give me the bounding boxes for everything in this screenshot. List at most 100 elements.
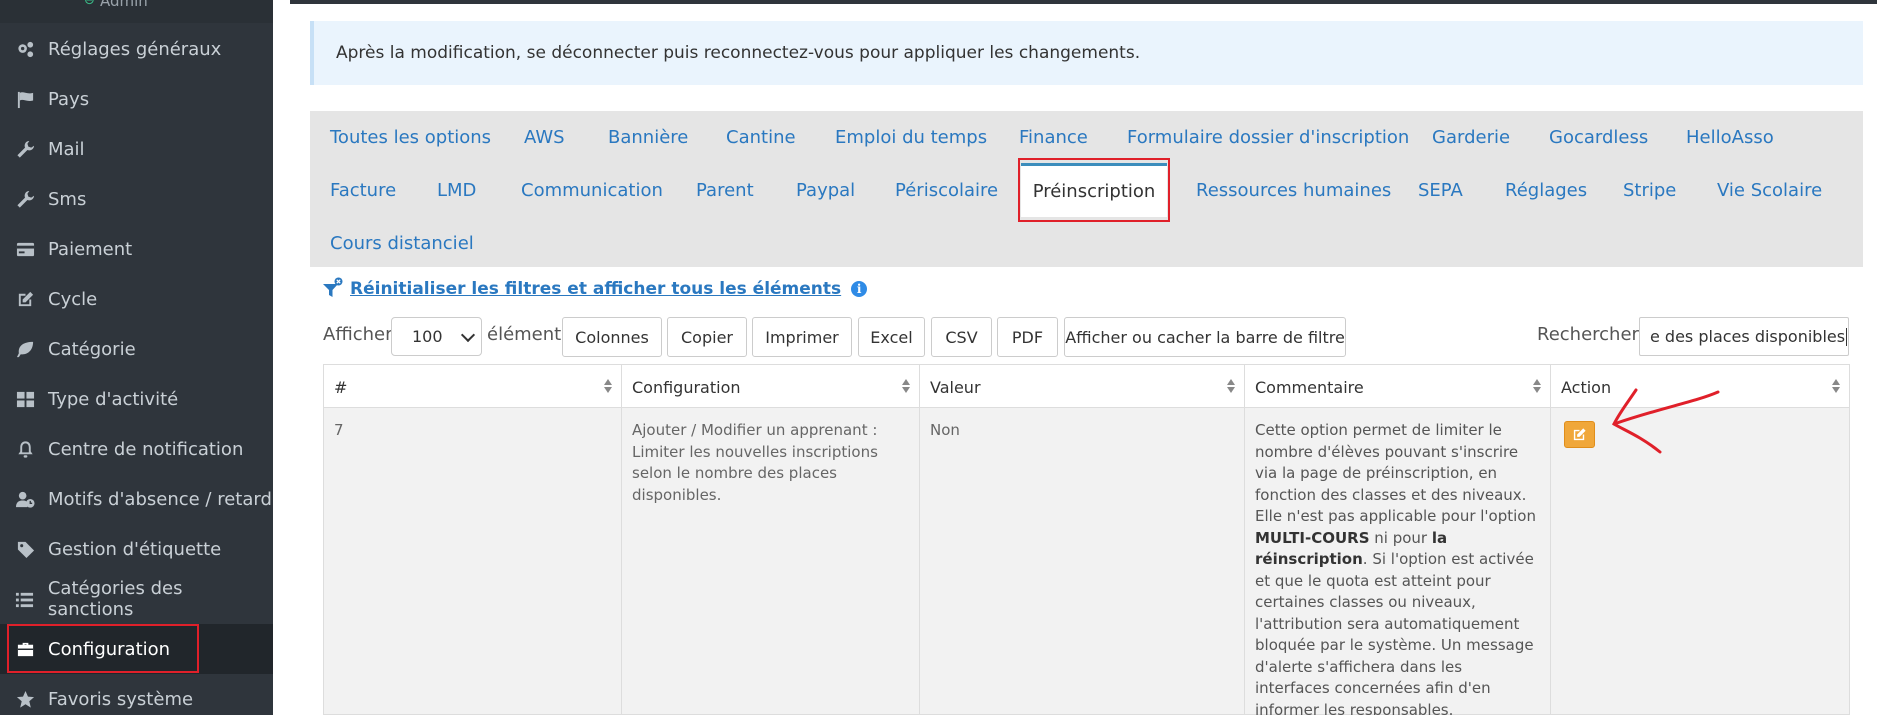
tab-reglages[interactable]: Réglages (1505, 180, 1587, 201)
tab-ressources-humaines[interactable]: Ressources humaines (1196, 180, 1391, 201)
sidebar-item-label: Favoris système (48, 688, 194, 710)
sidebar-item-reglages-generaux[interactable]: Réglages généraux (0, 24, 273, 74)
sidebar-item-mail[interactable]: Mail (0, 124, 273, 174)
search-input[interactable]: e des places disponibles (1639, 317, 1849, 356)
print-button[interactable]: Imprimer (752, 317, 852, 357)
tab-preinscription[interactable]: Préinscription (1021, 163, 1167, 217)
edit-icon (1573, 428, 1586, 441)
cell-commentaire: Cette option permet de limiter le nombre… (1245, 408, 1551, 715)
sidebar-item-categories-sanctions[interactable]: Catégories des sanctions (0, 574, 273, 624)
edit-icon (0, 290, 48, 309)
sort-icon (1832, 379, 1841, 393)
sidebar-item-label: Cycle (48, 288, 98, 310)
pdf-button[interactable]: PDF (997, 317, 1058, 357)
tab-facture[interactable]: Facture (330, 180, 396, 201)
sidebar-item-categorie[interactable]: Catégorie (0, 324, 273, 374)
sidebar-item-centre-notification[interactable]: Centre de notification (0, 424, 273, 474)
cell-configuration: Ajouter / Modifier un apprenant : Limite… (622, 408, 920, 715)
bell-icon (0, 440, 48, 459)
info-icon[interactable]: i (851, 281, 868, 297)
filter-reset-icon[interactable] (322, 277, 346, 301)
chevron-down-icon (460, 327, 476, 343)
sidebar-item-label: Pays (48, 88, 90, 110)
sort-icon (1227, 379, 1236, 393)
sidebar-item-label: Catégorie (48, 338, 136, 360)
excel-button[interactable]: Excel (858, 317, 925, 357)
page-length-value: 100 (412, 327, 443, 346)
sidebar-item-label: Gestion d'étiquette (48, 538, 222, 560)
user-clock-icon (0, 490, 48, 509)
sidebar-item-label: Réglages généraux (48, 38, 222, 60)
toggle-filter-bar-button[interactable]: Afficher ou cacher la barre de filtre (1064, 317, 1346, 357)
sidebar-item-label: Catégories des sanctions (47, 578, 183, 620)
tab-lmd[interactable]: LMD (437, 180, 476, 201)
tab-finance[interactable]: Finance (1019, 127, 1088, 148)
leaf-icon (0, 340, 48, 359)
sidebar-item-pays[interactable]: Pays (0, 74, 273, 124)
tab-parent[interactable]: Parent (696, 180, 754, 201)
briefcase-icon (0, 640, 48, 659)
sidebar: ⊖ Admin Réglages généraux Pays Mail Sms … (0, 0, 273, 715)
page-length-select[interactable]: 100 (391, 317, 482, 356)
edit-button[interactable] (1564, 421, 1595, 448)
tab-cantine[interactable]: Cantine (726, 127, 796, 148)
sidebar-item-favoris-systeme[interactable]: Favoris système (0, 674, 273, 715)
csv-button[interactable]: CSV (931, 317, 992, 357)
cogs-icon (0, 40, 48, 59)
sidebar-item-sms[interactable]: Sms (0, 174, 273, 224)
top-bar (290, 0, 1877, 4)
tab-banniere[interactable]: Bannière (608, 127, 688, 148)
reset-filters-link[interactable]: Réinitialiser les filtres et afficher to… (350, 279, 841, 299)
alert-text: Après la modification, se déconnecter pu… (336, 43, 1141, 63)
config-tabs: Toutes les options AWS Bannière Cantine … (310, 111, 1863, 267)
sidebar-item-label: Motifs d'absence / retard (48, 488, 272, 510)
sidebar-item-type-activite[interactable]: Type d'activité (0, 374, 273, 424)
tab-periscolaire[interactable]: Périscolaire (895, 180, 998, 201)
copy-button[interactable]: Copier (667, 317, 747, 357)
tab-helloasso[interactable]: HelloAsso (1686, 127, 1774, 148)
column-header-configuration[interactable]: Configuration (622, 365, 920, 409)
sidebar-item-label: Type d'activité (48, 388, 179, 410)
sort-icon (902, 379, 911, 393)
tab-vie-scolaire[interactable]: Vie Scolaire (1717, 180, 1822, 201)
column-header-id[interactable]: # (324, 365, 622, 409)
search-label: Rechercher : (1537, 324, 1651, 345)
user-panel: ⊖ Admin (0, 0, 273, 23)
reset-filters: Réinitialiser les filtres et afficher to… (322, 277, 868, 301)
tab-formulaire-dossier[interactable]: Formulaire dossier d'inscription (1127, 127, 1409, 148)
tab-sepa[interactable]: SEPA (1418, 180, 1463, 201)
sort-icon (604, 379, 613, 393)
tab-toutes-les-options[interactable]: Toutes les options (330, 127, 491, 148)
tab-aws[interactable]: AWS (524, 127, 565, 148)
tab-gocardless[interactable]: Gocardless (1549, 127, 1648, 148)
sidebar-item-label: Sms (48, 188, 87, 210)
tab-emploi-du-temps[interactable]: Emploi du temps (835, 127, 987, 148)
user-name: Admin (100, 0, 148, 10)
sidebar-item-gestion-etiquette[interactable]: Gestion d'étiquette (0, 524, 273, 574)
column-header-commentaire[interactable]: Commentaire (1245, 365, 1551, 409)
tab-cours-distanciel[interactable]: Cours distanciel (330, 233, 474, 254)
grid-icon (0, 390, 48, 409)
tag-icon (0, 540, 48, 559)
cell-valeur: Non (920, 408, 1245, 715)
sidebar-item-label: Configuration (48, 638, 171, 660)
star-icon (0, 690, 48, 709)
tab-garderie[interactable]: Garderie (1432, 127, 1510, 148)
columns-button[interactable]: Colonnes (562, 317, 662, 357)
sidebar-item-label: Paiement (48, 238, 133, 260)
tab-paypal[interactable]: Paypal (796, 180, 855, 201)
wrench-icon (0, 190, 48, 209)
user-status-icon: ⊖ (84, 0, 95, 8)
cell-id: 7 (324, 408, 622, 715)
wrench-icon (0, 140, 48, 159)
sidebar-item-label: Centre de notification (48, 438, 244, 460)
tab-stripe[interactable]: Stripe (1623, 180, 1676, 201)
list-icon (0, 590, 48, 609)
sidebar-item-cycle[interactable]: Cycle (0, 274, 273, 324)
sidebar-item-paiement[interactable]: Paiement (0, 224, 273, 274)
tab-communication[interactable]: Communication (521, 180, 663, 201)
sidebar-item-motifs-absence[interactable]: Motifs d'absence / retard (0, 474, 273, 524)
column-header-valeur[interactable]: Valeur (920, 365, 1245, 409)
red-annotation-arrow (1612, 388, 1720, 454)
sidebar-item-configuration[interactable]: Configuration (0, 624, 273, 674)
